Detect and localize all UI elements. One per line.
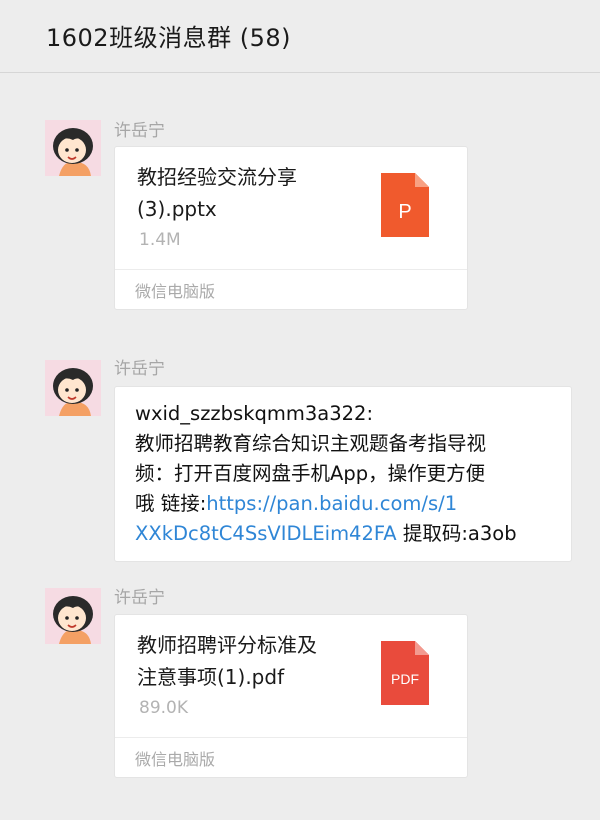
file-name-line: 教招经验交流分享 [137, 165, 297, 189]
chat-title: 1602班级消息群 (58) [46, 24, 291, 52]
card-divider [115, 269, 467, 270]
avatar-cartoon-girl-icon [45, 360, 101, 416]
avatar[interactable] [45, 360, 101, 416]
file-icon-label: P [398, 201, 411, 223]
avatar-cartoon-girl-icon [45, 588, 101, 644]
avatar[interactable] [45, 588, 101, 644]
message-text: wxid_szzbskqmm3a322: 教师招聘教育综合知识主观题备考指导视 … [135, 399, 565, 549]
message-line: 教师招聘教育综合知识主观题备考指导视 [135, 432, 487, 455]
share-link[interactable]: https://pan.baidu.com/s/1 [206, 492, 457, 515]
card-divider [115, 737, 467, 738]
file-size: 1.4M [139, 230, 181, 250]
file-name-line: 教师招聘评分标准及 [137, 633, 317, 657]
sender-name: 许岳宁 [114, 121, 165, 141]
sender-name: 许岳宁 [114, 588, 165, 608]
card-footer: 微信电脑版 [135, 282, 216, 301]
sender-name: 许岳宁 [114, 359, 165, 379]
message-line: 哦 链接: [135, 492, 207, 515]
file-name-line: (3).pptx [137, 197, 217, 221]
file-icon-label: PDF [391, 671, 419, 687]
text-bubble[interactable]: wxid_szzbskqmm3a322: 教师招聘教育综合知识主观题备考指导视 … [114, 386, 572, 562]
extract-code: 提取码:a3ob [396, 522, 517, 545]
avatar-cartoon-girl-icon [45, 120, 101, 176]
message-line: 频：打开百度网盘手机App，操作更方便 [135, 462, 486, 485]
file-card[interactable]: 教师招聘评分标准及 注意事项(1).pdf 89.0K PDF 微信电脑版 [114, 614, 468, 778]
file-name: 教师招聘评分标准及 注意事项(1).pdf [137, 629, 352, 693]
pdf-file-icon: PDF [381, 641, 429, 705]
message-line: wxid_szzbskqmm3a322: [135, 402, 374, 425]
file-size: 89.0K [139, 698, 188, 718]
pptx-file-icon: P [381, 173, 429, 237]
file-name: 教招经验交流分享 (3).pptx [137, 161, 352, 225]
card-footer: 微信电脑版 [135, 750, 216, 769]
share-link-continued[interactable]: XXkDc8tC4SsVIDLEim42FA [135, 522, 397, 545]
avatar[interactable] [45, 120, 101, 176]
file-card[interactable]: 教招经验交流分享 (3).pptx 1.4M P 微信电脑版 [114, 146, 468, 310]
file-name-line: 注意事项(1).pdf [137, 665, 285, 689]
chat-header: 1602班级消息群 (58) [0, 0, 600, 73]
